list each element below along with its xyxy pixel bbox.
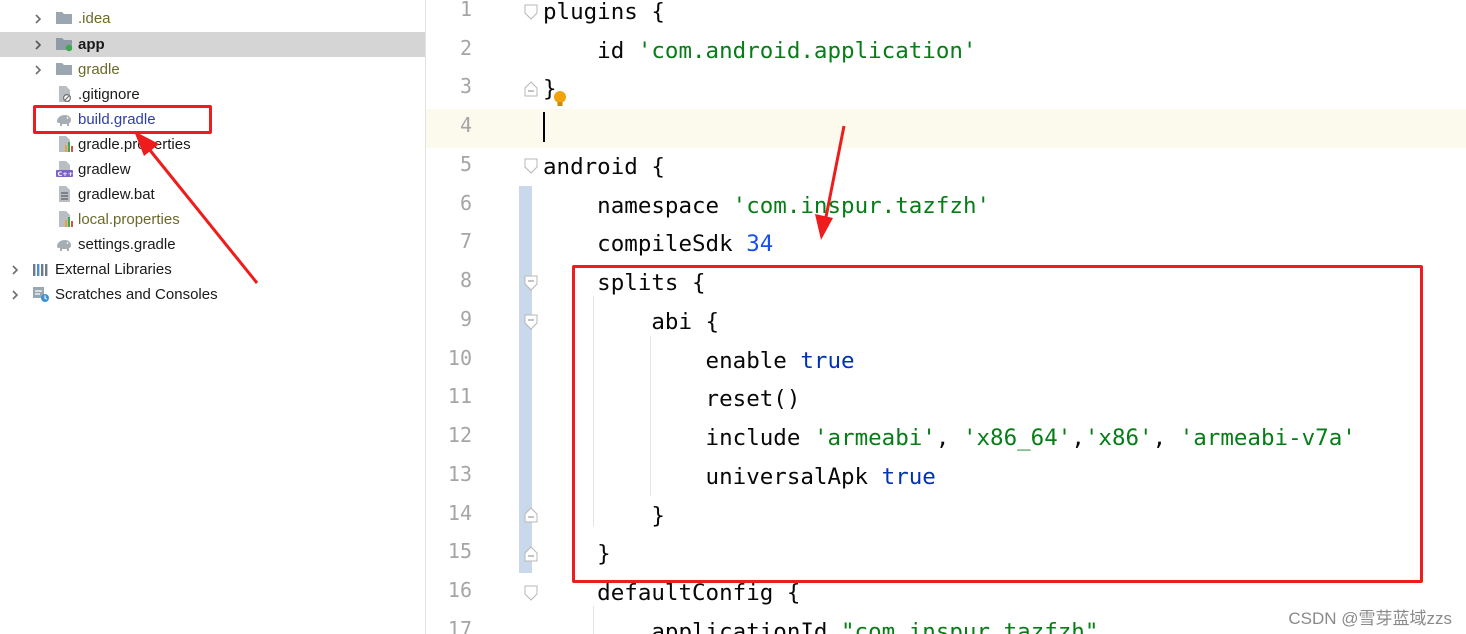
highlight-box-build-gradle	[33, 105, 212, 134]
fold-open-icon[interactable]	[523, 585, 539, 601]
tree-item-label: app	[78, 36, 105, 53]
tree-row-external-libraries[interactable]: External Libraries	[0, 257, 426, 282]
code-line: 6 namespace 'com.inspur.tazfzh'	[426, 187, 1466, 226]
fold-open-icon[interactable]	[523, 275, 539, 291]
code-line: 7 compileSdk 34	[426, 225, 1466, 264]
code-line: 3 }	[426, 70, 1466, 109]
libraries-icon	[32, 261, 50, 277]
code-token: namespace	[543, 193, 733, 219]
folder-icon	[55, 10, 73, 26]
line-number: 14	[447, 501, 472, 525]
svg-text:C++: C++	[58, 170, 74, 177]
tree-item-label: gradlew	[78, 161, 131, 178]
code-string: "com.inspur.tazfzh"	[841, 619, 1099, 634]
code-token: plugins {	[543, 0, 665, 25]
highlight-box-splits-block	[572, 265, 1423, 583]
chevron-right-icon[interactable]	[9, 288, 21, 300]
properties-file-icon	[56, 136, 74, 152]
tree-item-label: .idea	[78, 10, 111, 27]
fold-close-icon[interactable]	[523, 507, 539, 523]
chevron-right-icon[interactable]	[9, 263, 21, 275]
line-number: 13	[447, 462, 472, 486]
module-folder-icon	[55, 36, 73, 52]
code-token: applicationId	[543, 619, 842, 634]
line-number: 17	[447, 617, 472, 634]
code-number: 34	[746, 231, 774, 257]
tree-row-gradle-properties[interactable]: gradle.properties	[0, 132, 426, 157]
line-number: 2	[459, 36, 472, 60]
tree-item-label: local.properties	[78, 211, 180, 228]
folder-icon	[55, 61, 73, 77]
project-tree-panel: .idea app gradle .gitignore build.gradle	[0, 0, 426, 634]
chevron-right-icon[interactable]	[32, 63, 44, 75]
tree-item-label: .gitignore	[78, 86, 140, 103]
intention-bulb-icon[interactable]	[553, 90, 567, 108]
tree-row-settings-gradle[interactable]: settings.gradle	[0, 232, 426, 257]
fold-close-icon[interactable]	[523, 81, 539, 97]
code-token: defaultConfig {	[543, 580, 801, 606]
tree-item-label: settings.gradle	[78, 236, 176, 253]
scratches-icon	[32, 286, 50, 302]
line-number: 1	[459, 0, 472, 21]
tree-row-gradle[interactable]: gradle	[0, 57, 426, 82]
text-file-icon	[56, 186, 74, 202]
text-caret	[543, 112, 545, 142]
code-line: 2 id 'com.android.application'	[426, 32, 1466, 71]
tree-row-local-properties[interactable]: local.properties	[0, 207, 426, 232]
tree-item-label: gradle	[78, 61, 120, 78]
fold-close-icon[interactable]	[523, 546, 539, 562]
code-text: namespace 'com.inspur.tazfzh'	[543, 187, 990, 226]
gitignore-file-icon	[56, 86, 74, 103]
line-number: 11	[447, 384, 472, 408]
tree-item-label: gradlew.bat	[78, 186, 155, 203]
line-number: 5	[459, 152, 472, 176]
code-string: 'com.inspur.tazfzh'	[732, 193, 991, 219]
tree-item-label: Scratches and Consoles	[55, 286, 218, 303]
fold-open-icon[interactable]	[523, 314, 539, 330]
line-number: 3	[459, 74, 472, 98]
code-text: android {	[543, 148, 665, 187]
code-token: compileSdk	[543, 231, 747, 257]
line-number: 7	[459, 229, 472, 253]
code-line-current: 4	[426, 109, 1466, 148]
code-text: id 'com.android.application'	[543, 32, 976, 71]
properties-file-icon	[56, 211, 74, 227]
tree-row-gitignore[interactable]: .gitignore	[0, 82, 426, 107]
code-text: applicationId "com.inspur.tazfzh"	[543, 613, 1098, 634]
code-line: 1 plugins {	[426, 0, 1466, 32]
watermark: CSDN @雪芽蓝域zzs	[1288, 609, 1452, 628]
line-number: 6	[459, 191, 472, 215]
code-text: plugins {	[543, 0, 665, 32]
shell-script-icon: C++	[56, 161, 74, 178]
tree-item-label: gradle.properties	[78, 136, 191, 153]
code-token: android {	[543, 154, 665, 180]
tree-row-idea[interactable]: .idea	[0, 6, 426, 31]
tree-row-scratches[interactable]: Scratches and Consoles	[0, 282, 426, 307]
chevron-right-icon[interactable]	[32, 38, 44, 50]
fold-open-icon[interactable]	[523, 158, 539, 174]
tree-item-label: External Libraries	[55, 261, 172, 278]
code-line: 5 android {	[426, 148, 1466, 187]
fold-open-icon[interactable]	[523, 4, 539, 20]
code-text: compileSdk 34	[543, 225, 773, 264]
gradle-elephant-icon	[55, 236, 73, 252]
tree-row-app[interactable]: app	[0, 32, 426, 57]
tree-row-gradlew[interactable]: C++ gradlew	[0, 157, 426, 182]
line-number: 12	[447, 423, 472, 447]
folder-icon	[54, 0, 72, 1]
line-number: 9	[459, 307, 472, 331]
line-number: 8	[459, 268, 472, 292]
code-token: id	[543, 38, 638, 64]
code-string: 'com.android.application'	[637, 38, 977, 64]
line-number: 10	[447, 346, 472, 370]
tree-row-gradlew-bat[interactable]: gradlew.bat	[0, 182, 426, 207]
line-number: 4	[459, 113, 472, 137]
chevron-right-icon[interactable]	[32, 12, 44, 24]
line-number: 16	[447, 578, 472, 602]
line-number: 15	[447, 539, 472, 563]
